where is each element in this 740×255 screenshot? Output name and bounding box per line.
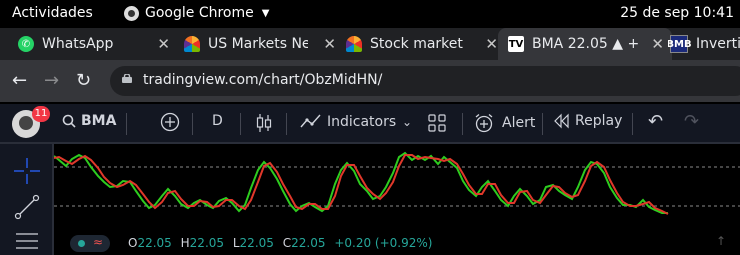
low-value: 22.05 <box>239 236 274 250</box>
notification-badge: 11 <box>32 106 50 122</box>
app-name: Google Chrome <box>145 5 254 21</box>
chrome-icon <box>124 5 139 21</box>
divider <box>632 113 633 135</box>
clock[interactable]: 25 de sep 10:41 <box>620 5 734 21</box>
fib-retracement-icon[interactable] <box>14 230 40 254</box>
ohlc-legend: ≈ O22.05 H22.05 L22.05 C22.05 +0.20 (+0.… <box>54 232 740 255</box>
alarm-clock-icon <box>475 114 493 133</box>
legend-toggle[interactable]: ≈ <box>70 235 110 252</box>
compare-add-button[interactable] <box>160 112 180 132</box>
close-tab-icon[interactable]: ✕ <box>651 35 664 53</box>
close-tab-icon[interactable]: ✕ <box>157 35 170 53</box>
nbc-icon <box>184 36 200 52</box>
close-label: C <box>282 236 292 250</box>
divider <box>462 113 463 135</box>
divider <box>192 113 193 135</box>
omnibox[interactable]: tradingview.com/chart/ObzMidHN/ <box>110 66 740 96</box>
high-value: 22.05 <box>189 236 225 250</box>
tab-title: Invertir <box>696 36 740 52</box>
alert-button[interactable]: Alert <box>474 113 535 133</box>
replay-label: Replay <box>575 113 623 129</box>
chevron-down-icon[interactable]: ⌄ <box>402 115 412 129</box>
candlestick-icon <box>256 114 272 132</box>
tab-whatsapp[interactable]: ✆ WhatsApp ✕ <box>8 28 178 60</box>
lock-icon <box>122 74 132 83</box>
tab-stock-market[interactable]: Stock market ✕ <box>336 28 506 60</box>
tab-title: WhatsApp <box>42 36 114 52</box>
layout-button[interactable] <box>428 114 446 132</box>
dropdown-arrow-icon: ▼ <box>261 7 270 19</box>
tab-title: US Markets Ne <box>208 36 308 52</box>
forward-arrow-icon[interactable]: → <box>44 70 59 91</box>
address-bar-row: ← → ↻ tradingview.com/chart/ObzMidHN/ <box>0 60 740 102</box>
bmb-icon: BMB <box>668 35 692 53</box>
plus-circle-icon <box>160 112 180 132</box>
activities-button[interactable]: Actividades <box>12 5 93 21</box>
market-status-dot <box>78 240 85 247</box>
tab-title: BMA 22.05 ▲ + <box>532 36 640 52</box>
tab-us-markets[interactable]: US Markets Ne ✕ <box>176 28 344 60</box>
wave-icon: ≈ <box>93 235 104 249</box>
back-arrow-icon[interactable]: ← <box>12 70 27 91</box>
ohlc-values: O22.05 H22.05 L22.05 C22.05 +0.20 (+0.92… <box>128 236 437 250</box>
indicators-icon <box>300 114 321 128</box>
system-top-bar: Actividades Google Chrome ▼ 25 de sep 10… <box>0 0 740 28</box>
tradingview-icon: TV <box>508 36 524 52</box>
indicators-button[interactable]: Indicators <box>300 113 396 131</box>
divider <box>126 113 127 135</box>
high-label: H <box>180 236 190 250</box>
nbc-icon <box>346 36 362 52</box>
undo-icon[interactable]: ↶ <box>648 111 663 132</box>
crosshair-icon[interactable] <box>14 158 40 184</box>
tab-strip: ✆ WhatsApp ✕ US Markets Ne ✕ Stock marke… <box>0 28 740 60</box>
drawing-toolbar <box>0 144 54 255</box>
search-icon <box>62 114 76 128</box>
chart-toolbar: 11 BMA D Indicators ⌄ Alert Replay ↶ ↷ <box>0 104 740 144</box>
divider <box>542 113 543 135</box>
change-value: +0.20 (+0.92%) <box>334 236 433 250</box>
scroll-up-icon[interactable]: ↑ <box>716 234 732 250</box>
url-text: tradingview.com/chart/ObzMidHN/ <box>143 72 383 88</box>
redo-icon[interactable]: ↷ <box>684 111 699 132</box>
close-value: 22.05 <box>291 236 326 250</box>
grid-layout-icon <box>428 114 446 132</box>
divider <box>286 113 287 135</box>
open-value: 22.05 <box>137 236 172 250</box>
reload-icon[interactable]: ↻ <box>76 70 91 91</box>
tab-title: Stock market <box>370 36 463 52</box>
replay-icon <box>554 113 569 129</box>
close-tab-icon[interactable]: ✕ <box>485 35 498 53</box>
chart-type-button[interactable] <box>256 112 272 134</box>
trend-line-icon[interactable] <box>14 194 40 220</box>
whatsapp-icon: ✆ <box>18 36 34 52</box>
interval-button[interactable]: D <box>212 113 223 129</box>
divider <box>240 113 241 135</box>
green-oscillator-line <box>54 151 668 214</box>
symbol-label: BMA <box>81 113 117 129</box>
symbol-search[interactable]: BMA <box>62 113 116 129</box>
low-label: L <box>232 236 240 250</box>
app-menu[interactable]: Google Chrome ▼ <box>124 5 269 21</box>
tab-invertir[interactable]: BMB Invertir <box>668 28 740 60</box>
replay-button[interactable]: Replay <box>552 113 622 129</box>
tab-bma[interactable]: TV BMA 22.05 ▲ + ✕ <box>498 28 672 60</box>
alert-label: Alert <box>502 115 536 131</box>
indicators-label: Indicators <box>327 114 397 130</box>
close-tab-icon[interactable]: ✕ <box>323 35 336 53</box>
